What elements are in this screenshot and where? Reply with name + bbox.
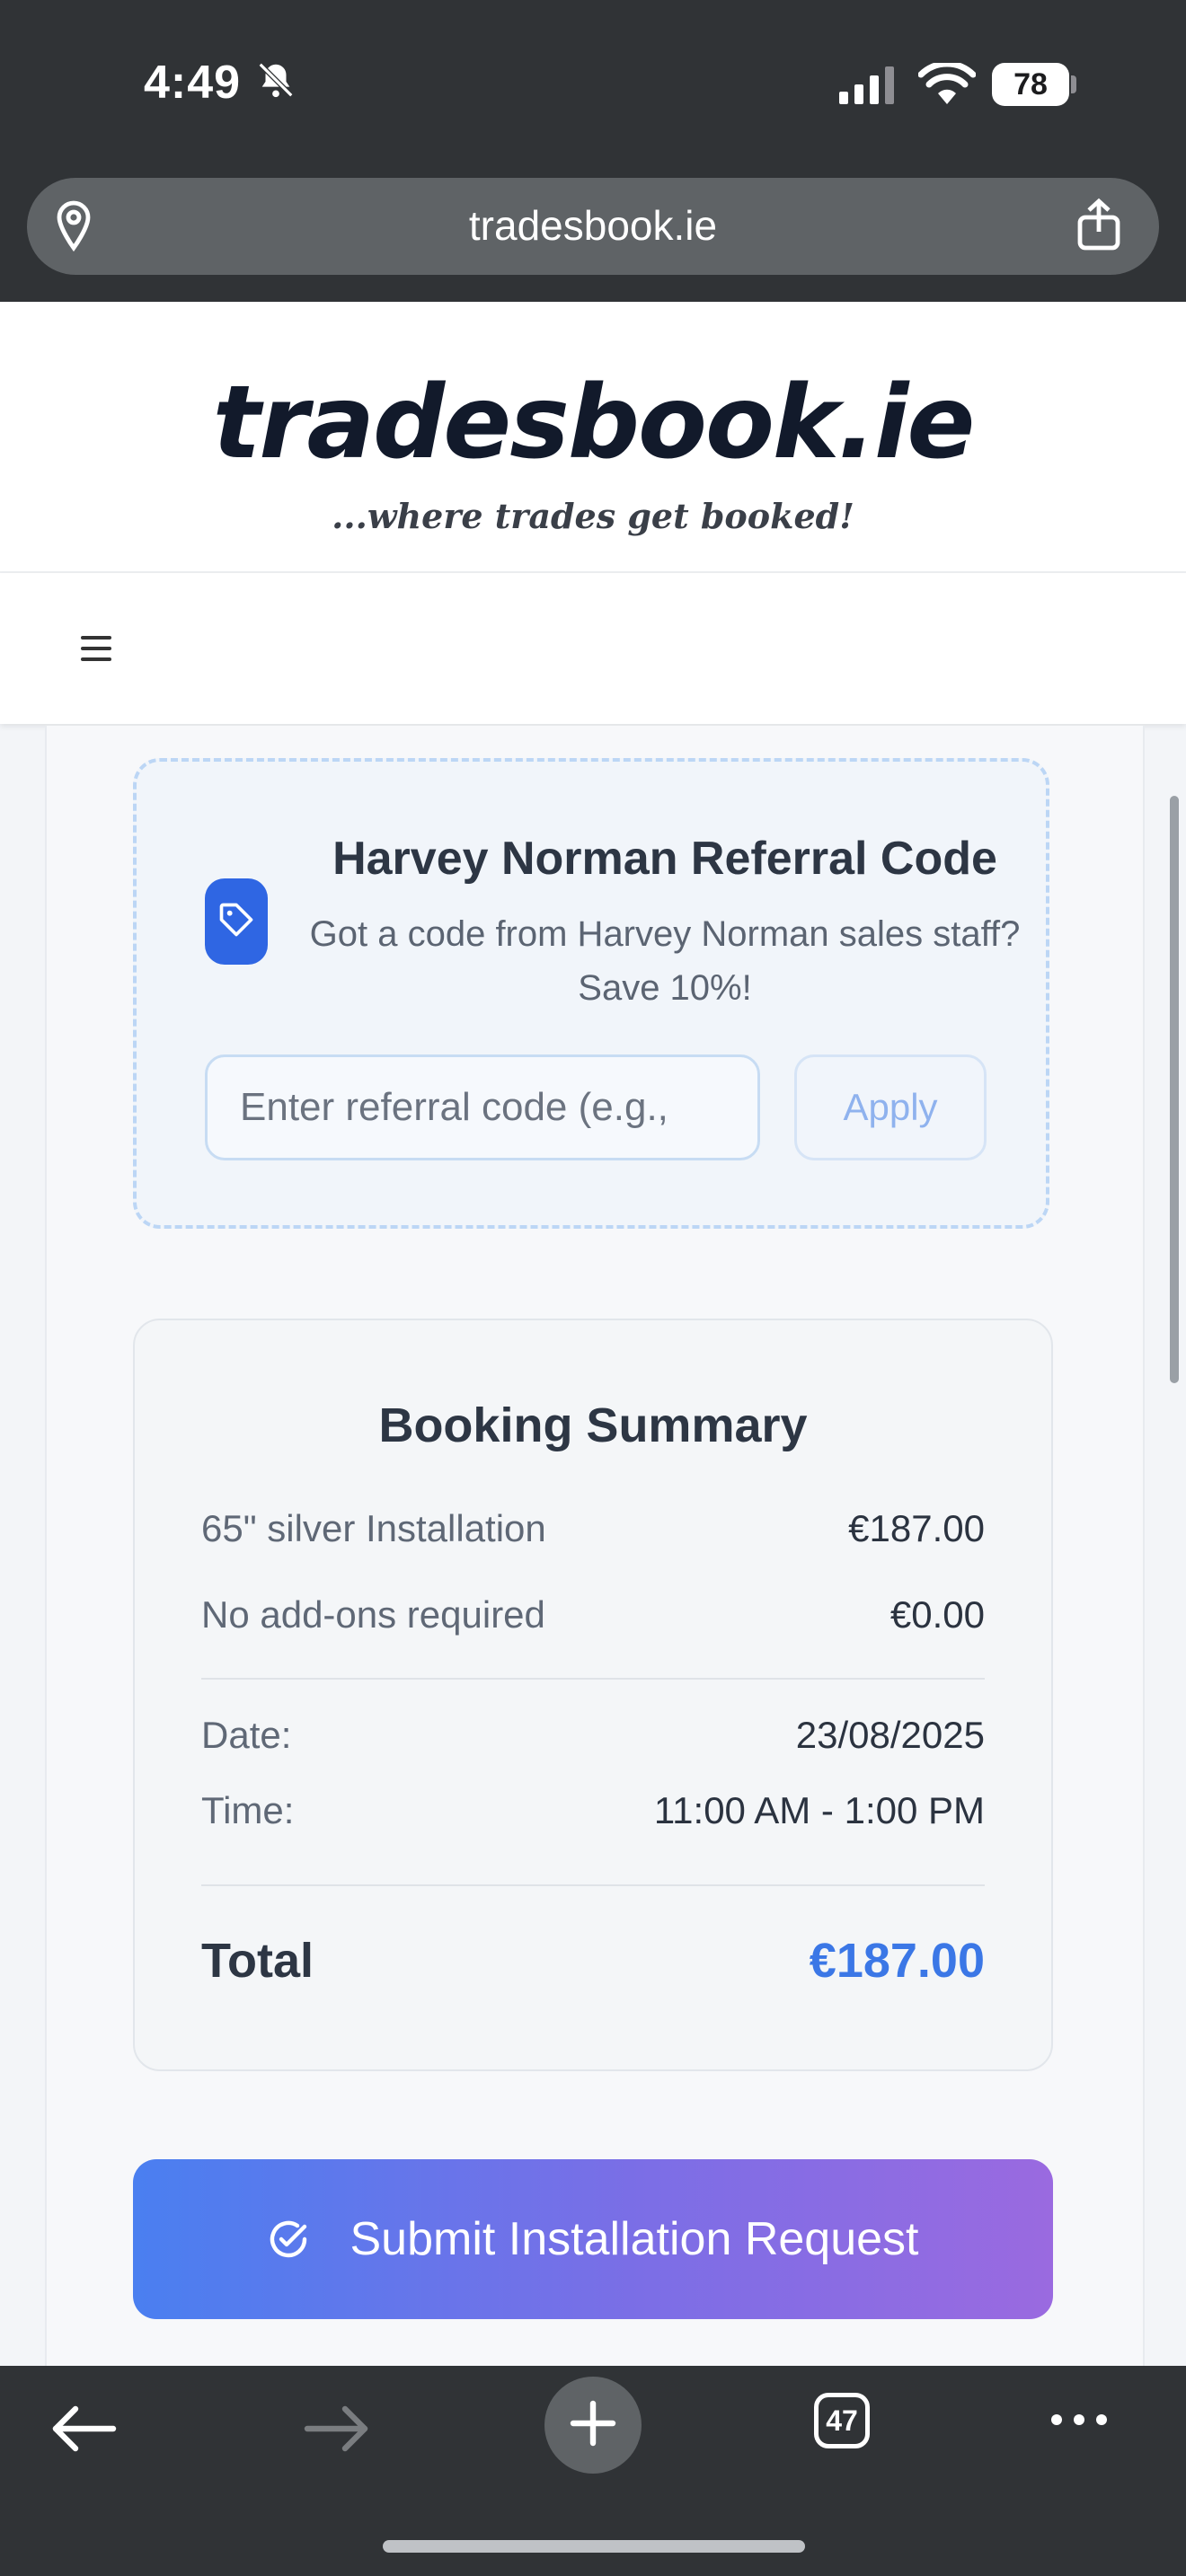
summary-title: Booking Summary (378, 1398, 808, 1452)
site-tagline: ...where trades get booked! (332, 496, 854, 536)
cell-signal-icon (839, 66, 898, 109)
scrollbar[interactable] (1170, 796, 1179, 1383)
submit-installation-button[interactable]: Submit Installation Request (133, 2159, 1053, 2319)
home-indicator (383, 2540, 805, 2553)
booking-summary: Booking Summary 65" silver Installation … (133, 1319, 1053, 2071)
apply-button[interactable]: Apply (794, 1054, 987, 1160)
tabs-count-button[interactable]: 47 (814, 2393, 870, 2448)
time-value: 11:00 AM - 1:00 PM (653, 1789, 985, 1831)
referral-code-box: Harvey Norman Referral Code Got a code f… (133, 758, 1049, 1229)
referral-code-input[interactable] (205, 1054, 760, 1160)
url-text[interactable]: tradesbook.ie (27, 201, 1159, 250)
item-label: No add-ons required (201, 1593, 545, 1636)
date-value: 23/08/2025 (795, 1714, 985, 1756)
item-price: €187.00 (848, 1507, 985, 1549)
nav-bar (0, 573, 1186, 724)
check-circle-icon (267, 2218, 310, 2261)
item-price: €0.00 (890, 1593, 985, 1636)
site-header: tradesbook.ie ...where trades get booked… (0, 302, 1186, 573)
site-logo[interactable]: tradesbook.ie (0, 365, 1186, 481)
item-label: 65" silver Installation (201, 1507, 546, 1549)
status-time: 4:49 (144, 57, 242, 109)
new-tab-button[interactable] (544, 2377, 642, 2474)
tag-icon (217, 900, 256, 944)
total-value: €187.00 (809, 1934, 985, 1988)
summary-divider (201, 1678, 985, 1680)
hamburger-menu-icon[interactable] (77, 632, 117, 669)
wifi-icon (917, 60, 977, 110)
back-arrow-icon[interactable] (50, 2405, 119, 2457)
summary-divider (201, 1884, 985, 1886)
referral-subtitle: Got a code from Harvey Norman sales staf… (309, 914, 1021, 1008)
plus-icon (568, 2398, 618, 2453)
address-bar[interactable]: tradesbook.ie (27, 178, 1159, 275)
battery-cap (1071, 75, 1076, 93)
browser-top-chrome: 4:49 78 tradesbook.ie (0, 0, 1186, 302)
tag-badge (205, 878, 268, 965)
referral-title: Harvey Norman Referral Code (332, 833, 997, 885)
total-label: Total (201, 1934, 314, 1988)
more-options-icon[interactable] (1048, 2411, 1111, 2433)
time-label: Time: (201, 1789, 295, 1831)
forward-arrow-icon[interactable] (302, 2405, 370, 2457)
share-icon[interactable] (1075, 198, 1123, 256)
battery-indicator: 78 (992, 63, 1069, 106)
bell-muted-icon (255, 59, 296, 105)
submit-label: Submit Installation Request (350, 2213, 919, 2265)
date-label: Date: (201, 1714, 292, 1756)
